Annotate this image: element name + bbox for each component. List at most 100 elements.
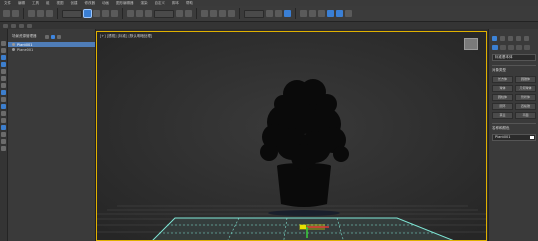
mirror-icon[interactable] [266, 10, 273, 17]
visibility-eye-icon[interactable] [12, 48, 15, 51]
spinner-snap-icon[interactable] [228, 10, 235, 17]
menu-rendering[interactable]: 渲染 [141, 1, 148, 6]
rectangle-selection-icon[interactable] [102, 10, 109, 17]
angle-snap-icon[interactable] [210, 10, 217, 17]
display-shapes-icon[interactable] [1, 62, 6, 67]
schematic-view-icon[interactable] [309, 10, 316, 17]
cone-button[interactable]: 圆锥体 [515, 76, 536, 83]
viewport-label[interactable]: [+] [透视] [标准] [默认明暗处理] [100, 34, 152, 39]
rotate-icon[interactable] [136, 10, 143, 17]
hide-icon[interactable] [1, 146, 6, 151]
menu-help[interactable]: 帮助 [186, 1, 193, 6]
shapes-category-icon[interactable] [500, 45, 506, 50]
tube-button[interactable]: 管状体 [515, 94, 536, 101]
viewport-scene [97, 32, 486, 240]
named-selection-dropdown[interactable] [244, 9, 264, 18]
create-selection-icon[interactable] [1, 41, 6, 46]
object-type-rollout-title[interactable]: 对象类型 [492, 65, 536, 73]
menu-animation[interactable]: 动画 [102, 1, 109, 6]
curve-editor-icon[interactable] [300, 10, 307, 17]
hierarchy-tab-icon[interactable] [508, 36, 513, 41]
ribbon-tab-icon[interactable] [11, 23, 16, 28]
menu-file[interactable]: 文件 [4, 1, 11, 6]
scale-icon[interactable] [145, 10, 152, 17]
align-icon[interactable] [275, 10, 282, 17]
name-color-rollout-title[interactable]: 名称和颜色 [492, 123, 536, 131]
material-editor-icon[interactable] [318, 10, 325, 17]
create-tab-icon[interactable] [492, 36, 497, 41]
display-containers-icon[interactable] [1, 111, 6, 116]
render-setup-icon[interactable] [327, 10, 334, 17]
search-icon[interactable] [56, 34, 61, 39]
undo-icon[interactable] [3, 10, 10, 17]
rendered-frame-window-icon[interactable] [336, 10, 343, 17]
perspective-viewport[interactable]: [+] [透视] [标准] [默认明暗处理] [96, 31, 487, 241]
display-geometry-icon[interactable] [1, 55, 6, 60]
display-filter-icon[interactable] [1, 48, 6, 53]
menu-edit[interactable]: 编辑 [18, 1, 25, 6]
display-all-icon[interactable] [1, 125, 6, 130]
menu-modifiers[interactable]: 修改器 [85, 1, 96, 6]
pivot-center-icon[interactable] [176, 10, 183, 17]
menu-create[interactable]: 创建 [71, 1, 78, 6]
cameras-category-icon[interactable] [516, 45, 522, 50]
reference-coordinate-dropdown[interactable] [154, 9, 174, 18]
geometry-category-icon[interactable] [492, 45, 498, 50]
toolbar-divider [196, 8, 197, 19]
object-color-swatch[interactable] [530, 136, 534, 139]
primitive-type-dropdown[interactable]: 标准基本体 [492, 54, 536, 61]
sort-icon[interactable] [1, 132, 6, 137]
display-spacewarps-icon[interactable] [1, 90, 6, 95]
select-manipulate-icon[interactable] [185, 10, 192, 17]
percent-snap-icon[interactable] [219, 10, 226, 17]
sphere-button[interactable]: 球体 [492, 85, 513, 92]
menu-scripting[interactable]: 脚本 [172, 1, 179, 6]
menu-views[interactable]: 视图 [57, 1, 64, 6]
layer-explorer-icon[interactable] [284, 10, 291, 17]
display-lights-icon[interactable] [1, 69, 6, 74]
helpers-category-icon[interactable] [524, 45, 530, 50]
cylinder-button[interactable]: 圆柱体 [492, 94, 513, 101]
unlink-icon[interactable] [37, 10, 44, 17]
menu-customize[interactable]: 自定义 [155, 1, 166, 6]
geosphere-button[interactable]: 几何球体 [515, 85, 536, 92]
move-icon[interactable] [127, 10, 134, 17]
toolbar-divider [122, 8, 123, 19]
display-helpers-icon[interactable] [1, 83, 6, 88]
teapot-button[interactable]: 茶壶 [492, 112, 513, 119]
view-mode-icon[interactable] [50, 34, 55, 39]
plane-button[interactable]: 平面 [515, 112, 536, 119]
display-xrefs-icon[interactable] [1, 118, 6, 123]
render-production-icon[interactable] [345, 10, 352, 17]
selection-filter-dropdown[interactable] [62, 9, 82, 18]
link-icon[interactable] [28, 10, 35, 17]
visibility-eye-icon[interactable] [12, 43, 15, 46]
ribbon-tab-icon[interactable] [27, 23, 32, 28]
redo-icon[interactable] [12, 10, 19, 17]
select-object-icon[interactable] [83, 9, 92, 18]
viewcube-icon[interactable] [464, 38, 478, 50]
torus-button[interactable]: 圆环 [492, 103, 513, 110]
motion-tab-icon[interactable] [516, 36, 521, 41]
snap-toggle-icon[interactable] [201, 10, 208, 17]
filter-icon[interactable] [44, 34, 49, 39]
lights-category-icon[interactable] [508, 45, 514, 50]
ribbon-tab-icon[interactable] [3, 23, 8, 28]
ribbon-tab-icon[interactable] [19, 23, 24, 28]
display-groups-icon[interactable] [1, 97, 6, 102]
pyramid-button[interactable]: 四棱锥 [515, 103, 536, 110]
menu-tools[interactable]: 工具 [32, 1, 39, 6]
object-name-field[interactable]: Plant001 [492, 134, 536, 141]
bind-space-warp-icon[interactable] [46, 10, 53, 17]
menu-graph-editors[interactable]: 图形编辑器 [116, 1, 134, 6]
display-cameras-icon[interactable] [1, 76, 6, 81]
scene-tree-item-plane[interactable]: Plane001 [8, 47, 95, 52]
window-crossing-icon[interactable] [111, 10, 118, 17]
display-tab-icon[interactable] [524, 36, 529, 41]
display-bones-icon[interactable] [1, 104, 6, 109]
modify-tab-icon[interactable] [500, 36, 505, 41]
select-by-name-icon[interactable] [93, 10, 100, 17]
menu-group[interactable]: 组 [46, 1, 50, 6]
box-button[interactable]: 长方体 [492, 76, 513, 83]
freeze-icon[interactable] [1, 139, 6, 144]
